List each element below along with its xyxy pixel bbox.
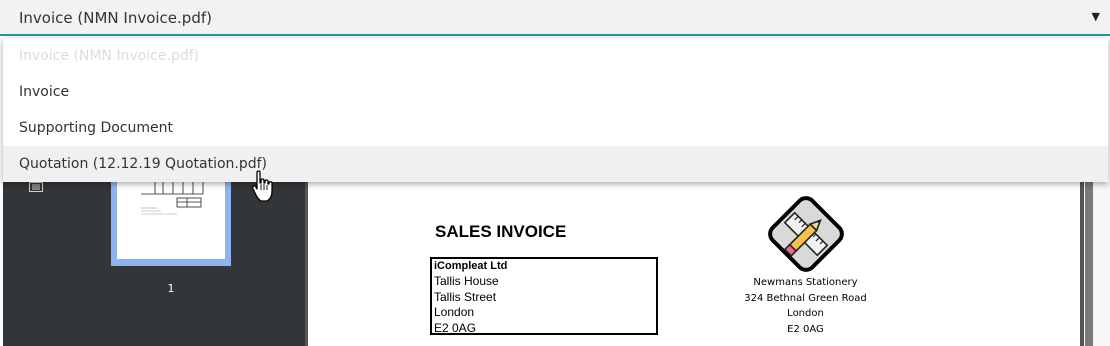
- thumbnail-page-preview: [117, 172, 225, 259]
- sender-address-line: London: [434, 305, 475, 320]
- hand-pointer-icon: [251, 170, 273, 202]
- document-title: SALES INVOICE: [435, 222, 567, 241]
- dropdown-option-current: Invoice (NMN Invoice.pdf): [19, 48, 200, 64]
- sender-address-line: E2 0AG: [434, 320, 477, 335]
- outline-icon[interactable]: [29, 182, 43, 192]
- recipient-line: London: [787, 308, 824, 319]
- document-type-select[interactable]: Invoice (NMN Invoice.pdf) ▼: [0, 0, 1110, 36]
- recipient-line: Newmans Stationery: [753, 277, 858, 288]
- sender-address-line: Tallis House: [434, 274, 499, 289]
- select-value: Invoice (NMN Invoice.pdf): [19, 9, 212, 27]
- thumbnail-page-number: 1: [167, 282, 175, 295]
- viewer-scrollbar[interactable]: [1084, 182, 1110, 346]
- pencil-ruler-icon: [768, 196, 844, 272]
- triangle-down-icon[interactable]: ▼: [1092, 10, 1100, 23]
- dropdown-option-invoice[interactable]: Invoice: [3, 74, 1108, 110]
- page-thumbnail[interactable]: [111, 172, 231, 266]
- document-viewer: SALES INVOICE iCompleat Ltd Tallis House…: [305, 182, 1110, 346]
- select-dropdown-menu: Invoice (NMN Invoice.pdf) Invoice Suppor…: [3, 38, 1108, 182]
- recipient-line: 324 Bethnal Green Road: [744, 292, 867, 304]
- document-page: SALES INVOICE iCompleat Ltd Tallis House…: [308, 182, 1080, 346]
- dropdown-option-quotation[interactable]: Quotation (12.12.19 Quotation.pdf): [3, 146, 1108, 182]
- recipient-line: E2 0AG: [787, 323, 824, 335]
- sender-address-line: Tallis Street: [434, 289, 497, 304]
- recipient-address: Newmans Stationery 324 Bethnal Green Roa…: [728, 275, 883, 337]
- sender-company: iCompleat Ltd: [434, 260, 508, 272]
- thumbnail-sidebar: 1: [3, 172, 305, 346]
- sender-address-box: iCompleat Ltd Tallis House Tallis Street…: [430, 257, 658, 335]
- scrollbar-thumb[interactable]: [1085, 182, 1093, 346]
- dropdown-option-supporting-document[interactable]: Supporting Document: [3, 110, 1108, 146]
